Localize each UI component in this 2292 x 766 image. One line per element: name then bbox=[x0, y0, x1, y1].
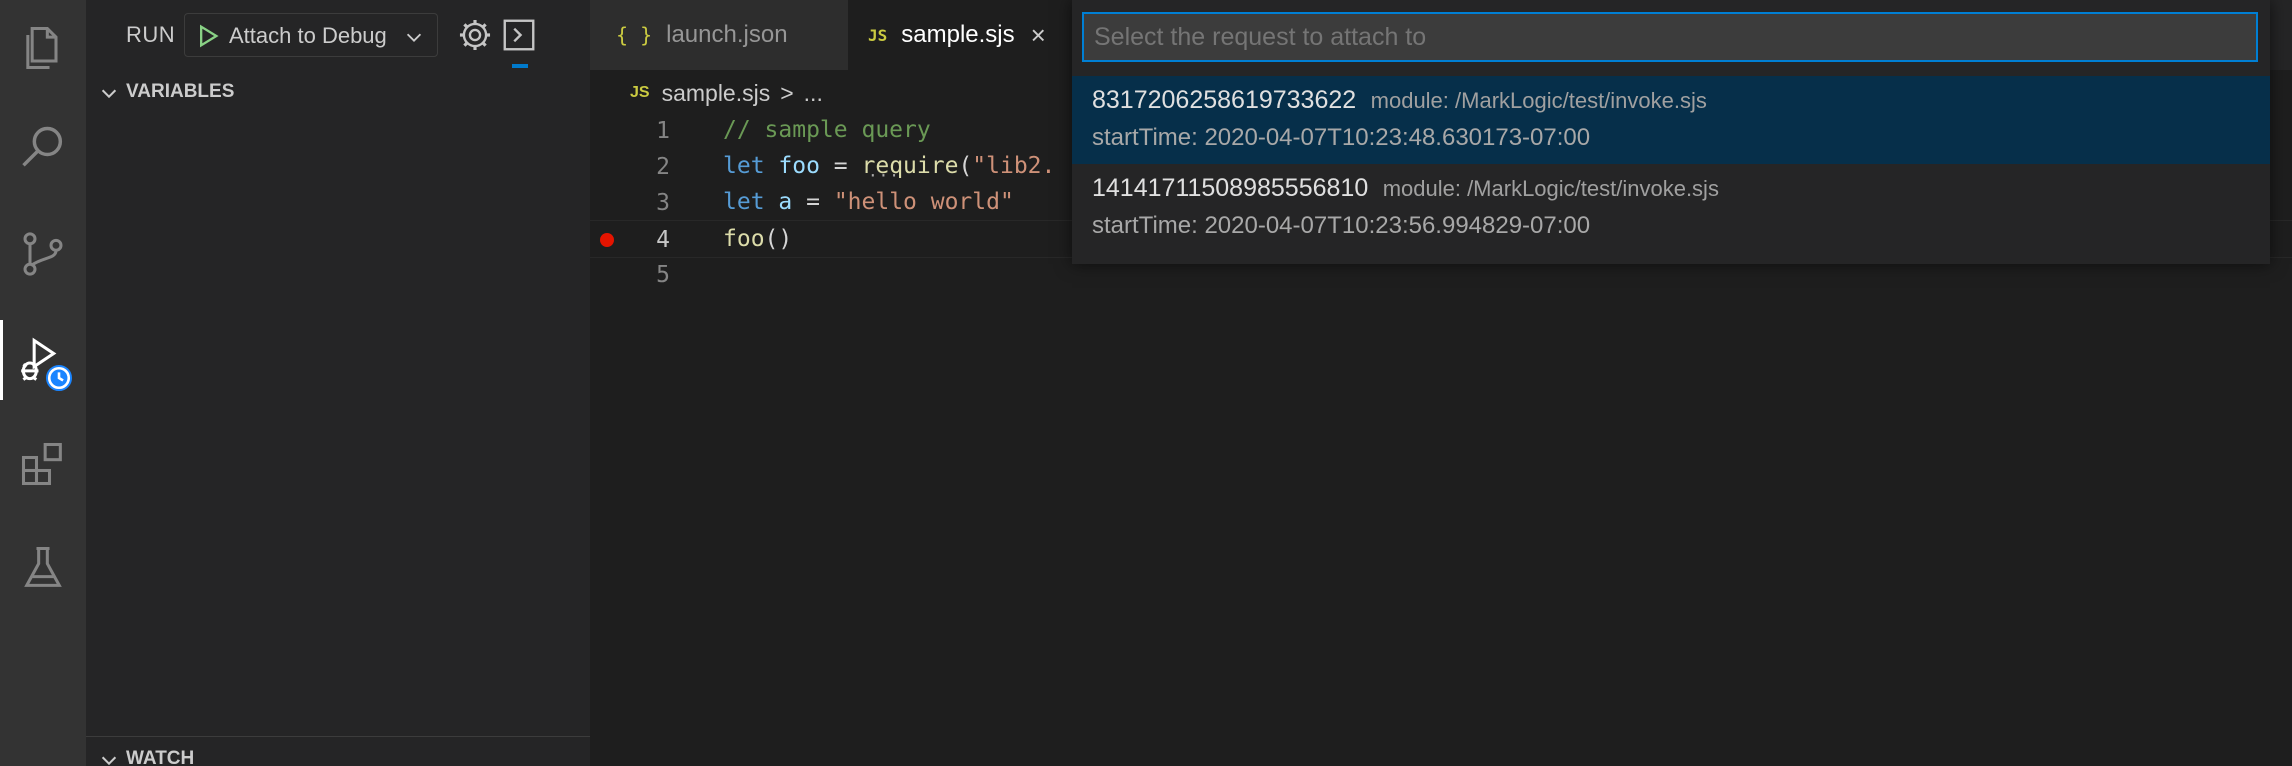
code-string: "hello world" bbox=[833, 189, 1014, 215]
launch-config-select[interactable]: Attach to Debug bbox=[184, 13, 438, 57]
quick-pick-input[interactable] bbox=[1082, 12, 2258, 62]
code-variable: a bbox=[778, 189, 793, 215]
line-number: 5 bbox=[656, 262, 670, 288]
request-id: 1414171150898555681​0 bbox=[1092, 174, 1369, 202]
js-file-icon: JS bbox=[630, 84, 650, 101]
run-debug-icon[interactable] bbox=[0, 320, 86, 400]
list-item[interactable]: 8317206258619733622 module: /MarkLogic/t… bbox=[1072, 76, 2270, 164]
variables-section-label: VARIABLES bbox=[126, 81, 235, 102]
code-operator: = bbox=[792, 189, 834, 215]
js-file-icon: JS bbox=[868, 25, 888, 45]
launch-config-label: Attach to Debug bbox=[229, 23, 387, 48]
active-tool-indicator bbox=[512, 64, 528, 68]
activity-bar bbox=[0, 0, 86, 766]
sidebar-title: RUN bbox=[126, 22, 176, 47]
close-icon[interactable]: × bbox=[1031, 20, 1046, 51]
code-string: "lib2. bbox=[972, 153, 1056, 179]
vscode-window: RUN Attach to Debug VARIABLES WATCH {} … bbox=[0, 0, 2292, 766]
hint-dots: ··· bbox=[868, 166, 900, 185]
line-number: 2 bbox=[656, 154, 670, 180]
json-file-icon: { } bbox=[616, 23, 653, 47]
tab-label: sample.sjs bbox=[901, 21, 1015, 48]
code-comment: // sample query bbox=[723, 117, 931, 143]
play-icon[interactable] bbox=[193, 22, 221, 50]
breadcrumb-file[interactable]: sample.sjs bbox=[662, 80, 771, 107]
breadcrumb-symbol[interactable]: ... bbox=[804, 80, 823, 107]
chevron-down-icon bbox=[406, 33, 422, 42]
code-keyword: let bbox=[723, 189, 765, 215]
request-module: module: /MarkLogic/test/invoke.sjs bbox=[1370, 88, 1707, 113]
code-paren: ( bbox=[958, 153, 973, 179]
chevron-down-icon bbox=[101, 89, 117, 99]
variables-section-header[interactable]: VARIABLES bbox=[86, 70, 590, 114]
request-module: module: /MarkLogic/test/invoke.sjs bbox=[1382, 176, 1719, 201]
gear-icon[interactable] bbox=[456, 16, 494, 54]
debug-console-icon[interactable] bbox=[500, 16, 538, 54]
tab-launch-json[interactable]: { } launch.json bbox=[590, 0, 848, 70]
line-number: 1 bbox=[656, 118, 670, 144]
line-number: 3 bbox=[656, 190, 670, 216]
code-variable: foo bbox=[778, 153, 820, 179]
tab-sample-sjs[interactable]: JS sample.sjs × bbox=[848, 0, 1080, 70]
breadcrumb: JS sample.sjs > ... bbox=[630, 76, 823, 110]
sidebar: RUN Attach to Debug VARIABLES WATCH bbox=[86, 0, 590, 766]
request-id: 8317206258619733622 bbox=[1092, 86, 1357, 114]
code-keyword: let bbox=[723, 153, 765, 179]
line-number: 4 bbox=[656, 227, 670, 253]
request-start-time: startTime: 2020-04-07T10:23:56.994829-07… bbox=[1092, 212, 1591, 239]
run-toolbar: RUN Attach to Debug bbox=[86, 0, 590, 70]
chevron-right-icon: > bbox=[780, 79, 794, 106]
tab-label: launch.json bbox=[666, 21, 788, 48]
code-paren: () bbox=[764, 226, 793, 252]
source-control-icon[interactable] bbox=[0, 214, 86, 294]
explorer-icon[interactable] bbox=[0, 8, 86, 88]
chevron-down-icon bbox=[101, 756, 117, 766]
clock-badge-icon bbox=[43, 362, 75, 394]
quick-pick: 8317206258619733622 module: /MarkLogic/t… bbox=[1072, 0, 2270, 264]
code-operator: = bbox=[819, 153, 862, 179]
list-item[interactable]: 1414171150898555681​0 module: /MarkLogic… bbox=[1072, 164, 2270, 252]
watch-section-label: WATCH bbox=[126, 748, 195, 766]
code-function: foo bbox=[723, 226, 765, 252]
watch-section-header[interactable]: WATCH bbox=[86, 736, 590, 766]
request-start-time: startTime: 2020-04-07T10:23:48.630173-07… bbox=[1092, 124, 1591, 151]
search-icon[interactable] bbox=[0, 108, 86, 188]
extensions-icon[interactable] bbox=[0, 424, 86, 504]
testing-icon[interactable] bbox=[0, 528, 86, 608]
